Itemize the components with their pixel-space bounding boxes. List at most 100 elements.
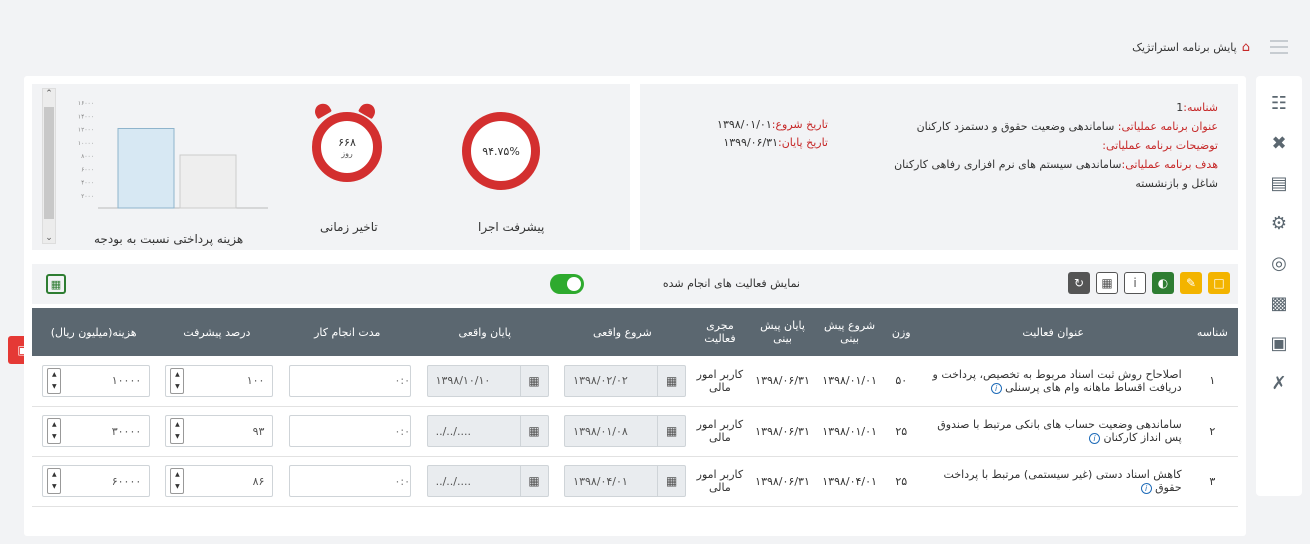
org-chart-icon[interactable]: ☷ — [1266, 90, 1292, 116]
cost-stepper[interactable]: ▲ ▼ ۳۰۰۰۰ — [42, 415, 151, 447]
chart-bar — [179, 154, 237, 209]
stepper-arrows-icon[interactable]: ▲ ▼ — [170, 367, 185, 394]
dashboard-icon[interactable]: ◐ — [1152, 272, 1174, 294]
actual-end-value: ..../../.. — [435, 474, 471, 488]
progress-stepper[interactable]: ▲ ▼ ۸۶ — [165, 465, 274, 497]
actual-start-value: ۱۳۹۸/۰۱/۰۸ — [573, 424, 628, 438]
settings-wrench-icon[interactable]: ⚙ — [1266, 210, 1292, 236]
row-weight: ۲۵ — [882, 406, 920, 457]
col-actual-end: پایان واقعی — [458, 325, 512, 339]
actual-start-field[interactable]: ▦ ۱۳۹۸/۰۴/۰۱ — [564, 465, 687, 497]
tools-icon[interactable]: ✗ — [1266, 370, 1292, 396]
progress-stepper[interactable]: ▲ ▼ ۱۰۰ — [165, 364, 274, 397]
progress-stepper[interactable]: ▲ ▼ ۹۳ — [165, 415, 274, 447]
end-date-label: تاریخ پایان: — [778, 136, 828, 149]
calendar-icon[interactable]: ▦ — [657, 365, 685, 396]
duration-value: ۰:۰ — [394, 374, 411, 388]
clipboard-icon[interactable]: ▤ — [1266, 170, 1292, 196]
start-date-label: تاریخ شروع: — [771, 118, 828, 131]
scroll-up-icon[interactable]: ⌃ — [43, 89, 55, 99]
chart-scrollbar[interactable]: ⌃ ⌄ — [42, 88, 56, 244]
calendar-icon[interactable]: ▦ — [657, 466, 685, 496]
actual-end-field[interactable]: ▦ ۱۳۹۸/۱۰/۱۰ — [426, 364, 549, 397]
activities-table: شناسه عنوان فعالیت وزن شروع پیش بینی پای… — [32, 308, 1238, 507]
row-plan-end: ۱۳۹۸/۰۶/۳۱ — [748, 406, 817, 457]
info-icon[interactable]: i — [1124, 272, 1146, 294]
col-id: شناسه — [1196, 325, 1228, 339]
table-row: ۲ ساماندهی وضعیت حساب های بانکی مرتبط با… — [32, 406, 1238, 457]
info-icon[interactable]: i — [990, 382, 1002, 394]
stepper-arrows-icon[interactable]: ▲ ▼ — [47, 367, 62, 394]
row-title-text: اصلاحاح روش ثبت اسناد مربوط به تخصیص، پر… — [932, 367, 1182, 394]
stepper-arrows-icon[interactable]: ▲ ▼ — [47, 468, 62, 494]
program-label: عنوان برنامه عملیاتی: — [1117, 120, 1218, 133]
cost-value: ۳۰۰۰۰ — [111, 424, 142, 438]
attachment-icon[interactable]: ✎ — [1180, 272, 1202, 294]
progress-gauge: ۹۴.۷۵% — [462, 112, 540, 190]
row-id: ۱ — [1186, 356, 1238, 407]
calendar-icon[interactable]: ▦ — [1096, 272, 1118, 294]
refresh-icon[interactable]: ↻ — [1068, 272, 1090, 294]
col-plan-end: پایان پیش بینی — [760, 319, 805, 345]
row-plan-start: ۱۳۹۸/۰۱/۰۱ — [816, 406, 883, 457]
col-weight: وزن — [891, 325, 911, 339]
stepper-arrows-icon[interactable]: ▲ ▼ — [170, 418, 185, 444]
goal-label: هدف برنامه عملیاتی: — [1121, 158, 1218, 171]
calendar-icon[interactable]: ▦ — [519, 365, 548, 396]
progress-value: ۸۶ — [252, 474, 265, 488]
network-icon[interactable]: ✖ — [1266, 130, 1292, 156]
actual-start-field[interactable]: ▦ ۱۳۹۸/۰۲/۰۲ — [564, 364, 687, 397]
monitor-icon[interactable]: ▣ — [1266, 330, 1292, 356]
scroll-down-icon[interactable]: ⌄ — [43, 233, 55, 243]
y-tick-label: ۸۰۰۰ — [81, 153, 94, 160]
stepper-arrows-icon[interactable]: ▲ ▼ — [170, 468, 185, 494]
cost-stepper[interactable]: ▲ ▼ ۶۰۰۰۰ — [42, 465, 151, 497]
col-cost: هزینه(میلیون ریال) — [50, 325, 137, 339]
cost-title: هزینه پرداختی نسبت به بودجه — [94, 232, 244, 246]
delay-title: تاخیر زمانی — [320, 220, 378, 234]
duration-input[interactable]: ۰:۰ — [289, 415, 412, 447]
y-tick-label: ۱۲۰۰۰ — [78, 127, 94, 134]
actual-end-field[interactable]: ▦ ..../../.. — [426, 415, 549, 447]
col-actual-start: شروع واقعی — [592, 325, 652, 339]
actual-end-field[interactable]: ▦ ..../../.. — [426, 465, 549, 497]
row-owner: کاربر امور مالی — [691, 356, 749, 407]
col-plan-start: شروع پیش بینی — [824, 319, 876, 345]
end-date-value: ۱۳۹۹/۰۶/۳۱ — [723, 136, 778, 149]
info-icon[interactable]: i — [1140, 483, 1152, 494]
calendar-icon[interactable]: ▦ — [657, 416, 685, 446]
actual-end-value: ۱۳۹۸/۱۰/۱۰ — [435, 374, 491, 388]
toolbar: □ ✎ ◐ i ▦ ↻ نمایش فعالیت های انجام شده ▦ — [32, 264, 1238, 304]
chart-bar — [117, 128, 175, 209]
compass-icon[interactable]: ◎ — [1266, 250, 1292, 276]
program-value: ساماندهی وضعیت حقوق و دستمزد کارکنان — [916, 120, 1115, 133]
actual-start-value: ۱۳۹۸/۰۲/۰۲ — [573, 374, 628, 388]
progress-value: ۱۰۰ — [246, 374, 265, 388]
cost-stepper[interactable]: ▲ ▼ ۱۰۰۰۰ — [42, 364, 151, 397]
actual-start-field[interactable]: ▦ ۱۳۹۸/۰۱/۰۸ — [564, 415, 687, 447]
sidebar: ☷ ✖ ▤ ⚙ ◎ ▩ ▣ ✗ — [1256, 76, 1302, 496]
duration-input[interactable]: ۰:۰ — [289, 465, 412, 497]
info-icon[interactable]: i — [1088, 433, 1100, 444]
table-row: ۱ اصلاحاح روش ثبت اسناد مربوط به تخصیص، … — [32, 356, 1238, 407]
save-icon[interactable]: ▦ — [46, 274, 66, 294]
show-done-toggle[interactable] — [550, 274, 584, 294]
duration-value: ۰:۰ — [394, 424, 411, 438]
comment-icon[interactable]: □ — [1208, 272, 1230, 294]
kpi-panel: ⌃ ⌄ ۲۰۰۰ ۴۰۰۰ ۶۰۰۰ ۸۰۰۰ ۱۰۰۰۰ ۱۲۰۰۰ ۱۴۰۰۰ ۱۶۰۰۰… — [32, 84, 630, 250]
calendar-icon[interactable]: ▦ — [519, 416, 548, 446]
start-date-value: ۱۳۹۸/۰۱/۰۱ — [717, 118, 772, 131]
table-row: ۳ کاهش اسناد دستی (غیر سیستمی) مرتبط با … — [32, 456, 1238, 507]
stepper-arrows-icon[interactable]: ▲ ▼ — [47, 418, 62, 444]
breadcrumb: ⌂ پایش برنامه استراتژیک — [1132, 40, 1250, 55]
row-plan-end: ۱۳۹۸/۰۶/۳۱ — [748, 356, 817, 407]
breadcrumb-label[interactable]: پایش برنامه استراتژیک — [1132, 41, 1237, 54]
home-icon[interactable]: ⌂ — [1242, 40, 1250, 55]
report-icon[interactable]: ▩ — [1266, 290, 1292, 316]
col-owner: مجری فعالیت — [704, 319, 736, 345]
calendar-icon[interactable]: ▦ — [519, 466, 548, 496]
main-panel: شناسه:1 عنوان برنامه عملیاتی: ساماندهی و… — [24, 76, 1246, 536]
menu-toggle-icon[interactable] — [1270, 40, 1288, 54]
actual-end-value: ..../../.. — [435, 424, 471, 438]
duration-input[interactable]: ۰:۰ — [289, 364, 412, 397]
